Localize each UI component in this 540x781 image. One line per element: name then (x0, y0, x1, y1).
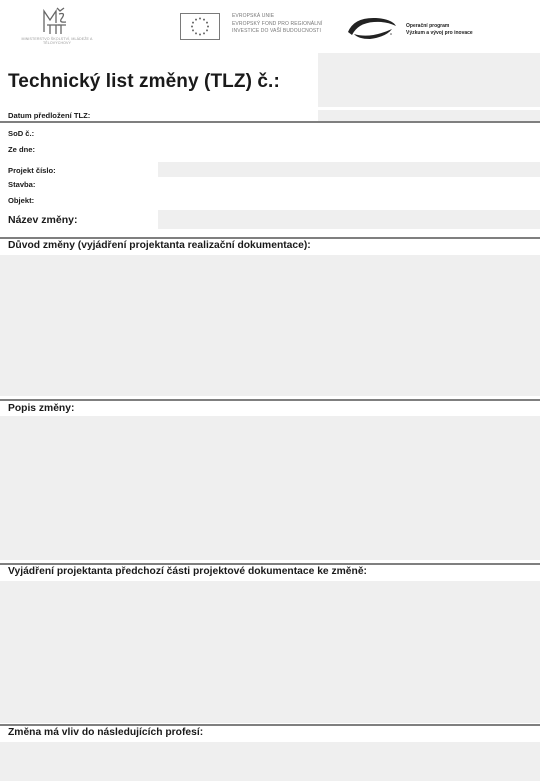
msmt-caption: MINISTERSTVO ŠKOLSTVÍ, MLÁDEŽE A TĚLOVÝC… (21, 37, 93, 45)
reason-textarea[interactable] (0, 255, 540, 396)
previous-designer-textarea[interactable] (0, 581, 540, 723)
description-heading: Popis změny: (8, 403, 75, 414)
project-number-label: Projekt číslo: (8, 166, 56, 175)
divider (0, 237, 540, 239)
page-title: Technický list změny (TLZ) č.: (8, 71, 280, 92)
reason-heading: Důvod změny (vyjádření projektanta reali… (8, 240, 311, 251)
professions-textarea[interactable] (0, 742, 540, 781)
tlz-number-field[interactable] (318, 53, 540, 107)
project-number-field[interactable] (158, 162, 540, 177)
description-textarea[interactable] (0, 416, 540, 560)
divider (0, 563, 540, 565)
eu-line: EVROPSKÝ FOND PRO REGIONÁLNÍ (232, 20, 323, 27)
change-name-label: Název změny: (8, 214, 78, 226)
eu-text: EVROPSKÁ UNIE EVROPSKÝ FOND PRO REGIONÁL… (232, 13, 342, 36)
object-label: Objekt: (8, 196, 35, 205)
previous-designer-heading: Vyjádření projektanta předchozí části pr… (8, 566, 367, 577)
msmt-logo: MINISTERSTVO ŠKOLSTVÍ, MLÁDEŽE A TĚLOVÝC… (14, 6, 100, 45)
eu-line: INVESTICE DO VAŠÍ BUDOUCNOSTI (232, 28, 321, 34)
divider (0, 724, 540, 726)
sod-number-label: SoD č.: (8, 129, 35, 138)
op-swoosh-icon (346, 15, 398, 41)
eu-line: EVROPSKÁ UNIE (232, 13, 275, 19)
professions-heading: Změna má vliv do následujících profesí: (8, 727, 204, 738)
sod-date-label: Ze dne: (8, 145, 36, 154)
msmt-logo-icon (43, 7, 67, 34)
construction-label: Stavba: (8, 180, 36, 189)
change-name-field[interactable] (158, 210, 540, 229)
divider (0, 399, 540, 401)
op-line: Výzkum a vývoj pro inovace (406, 29, 473, 36)
op-text: Operační program Výzkum a vývoj pro inov… (406, 23, 473, 36)
submission-date-label: Datum předložení TLZ: (8, 111, 91, 120)
divider (0, 121, 540, 123)
eu-flag-icon (180, 13, 220, 40)
